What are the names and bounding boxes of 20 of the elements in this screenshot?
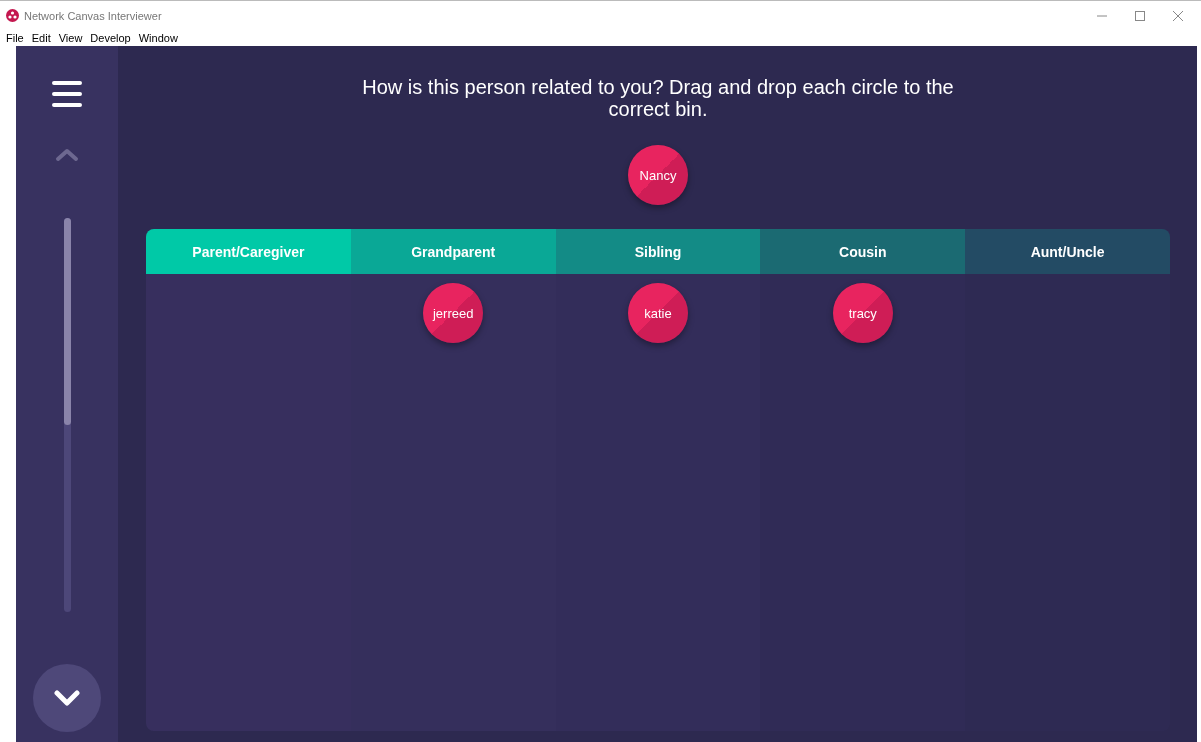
bin-header: Sibling (555, 229, 761, 274)
bin-header: Cousin (760, 229, 966, 274)
app-logo-icon (6, 9, 19, 22)
window-title: Network Canvas Interviewer (24, 9, 162, 22)
node-circle[interactable]: katie (628, 283, 688, 343)
menu-item[interactable]: Edit (31, 32, 51, 44)
chevron-down-icon (54, 690, 80, 706)
menu-item[interactable]: View (58, 32, 83, 44)
node-circle[interactable]: tracy (832, 283, 893, 343)
chevron-up-icon[interactable] (55, 148, 79, 162)
bin-header: Parent/Caregiver (146, 229, 351, 274)
bin-header: Aunt/Uncle (965, 229, 1170, 274)
menu-item[interactable]: File (6, 32, 24, 44)
bin-header: Grandparent (350, 229, 556, 274)
menu-item[interactable]: Develop (90, 32, 131, 44)
node-circle[interactable]: jerreed (423, 283, 484, 343)
node-circle[interactable]: Nancy (628, 145, 688, 205)
menu-icon[interactable] (52, 80, 82, 108)
prompt-text: How is this person related to you? Drag and drop each circle to the correct bin. (361, 76, 955, 120)
menu-item[interactable]: Window (138, 32, 178, 44)
